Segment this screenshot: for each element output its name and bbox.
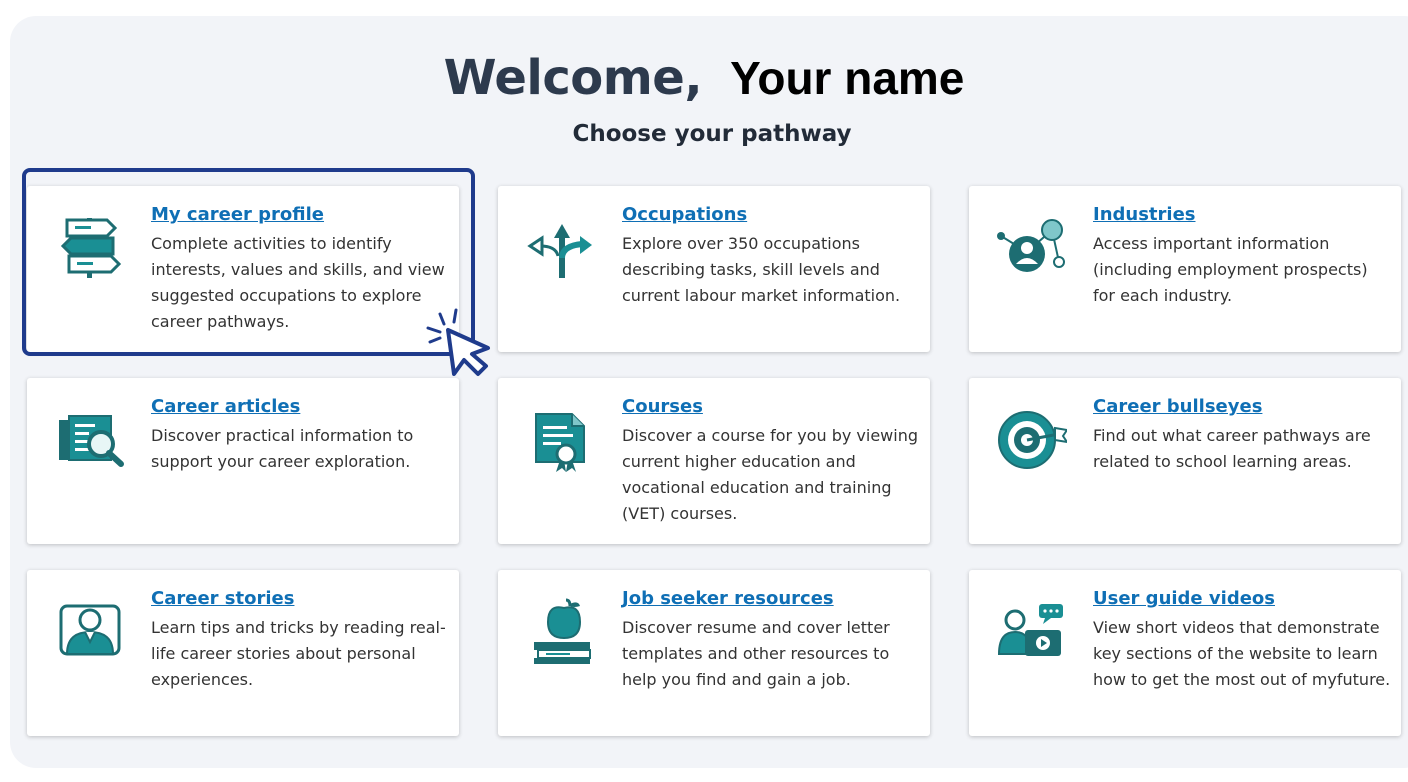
card-title[interactable]: Industries	[1093, 204, 1393, 225]
split-arrows-icon	[526, 212, 596, 282]
card-title[interactable]: Occupations	[622, 204, 922, 225]
user-name: Your name	[730, 52, 965, 104]
article-search-icon	[55, 404, 125, 474]
page-subtitle: Choose your pathway	[572, 121, 852, 147]
card-description: Learn tips and tricks by reading real-li…	[151, 618, 446, 689]
card-career-stories[interactable]: Career stories Learn tips and tricks by …	[27, 570, 459, 736]
welcome-heading: Welcome, Your name	[0, 50, 1408, 106]
card-title[interactable]: Career stories	[151, 588, 451, 609]
card-industries[interactable]: Industries Access important information …	[969, 186, 1401, 352]
video-presenter-icon	[997, 596, 1067, 666]
card-career-bullseyes[interactable]: Career bullseyes Find out what career pa…	[969, 378, 1401, 544]
card-title[interactable]: Career bullseyes	[1093, 396, 1393, 417]
card-title[interactable]: User guide videos	[1093, 588, 1393, 609]
card-description: Explore over 350 occupations describing …	[622, 234, 901, 305]
card-title[interactable]: Courses	[622, 396, 922, 417]
certificate-icon	[526, 404, 596, 474]
welcome-text: Welcome,	[443, 50, 703, 106]
card-title[interactable]: Career articles	[151, 396, 451, 417]
card-user-guide-videos[interactable]: User guide videos View short videos that…	[969, 570, 1401, 736]
card-occupations[interactable]: Occupations Explore over 350 occupations…	[498, 186, 930, 352]
target-icon	[997, 404, 1067, 474]
card-description: Discover resume and cover letter templat…	[622, 618, 890, 689]
card-career-articles[interactable]: Career articles Discover practical infor…	[27, 378, 459, 544]
card-courses[interactable]: Courses Discover a course for you by vie…	[498, 378, 930, 544]
card-description: View short videos that demonstrate key s…	[1093, 618, 1391, 689]
card-description: Discover a course for you by viewing cur…	[622, 426, 918, 523]
person-frame-icon	[55, 596, 125, 666]
card-job-seeker-resources[interactable]: Job seeker resources Discover resume and…	[498, 570, 930, 736]
card-title[interactable]: Job seeker resources	[622, 588, 922, 609]
apple-books-icon	[526, 596, 596, 666]
selected-card-highlight	[22, 168, 475, 356]
card-description: Discover practical information to suppor…	[151, 426, 414, 471]
network-person-icon	[997, 212, 1067, 282]
click-pointer-icon	[420, 302, 500, 382]
card-description: Find out what career pathways are relate…	[1093, 426, 1371, 471]
card-description: Access important information (including …	[1093, 234, 1368, 305]
